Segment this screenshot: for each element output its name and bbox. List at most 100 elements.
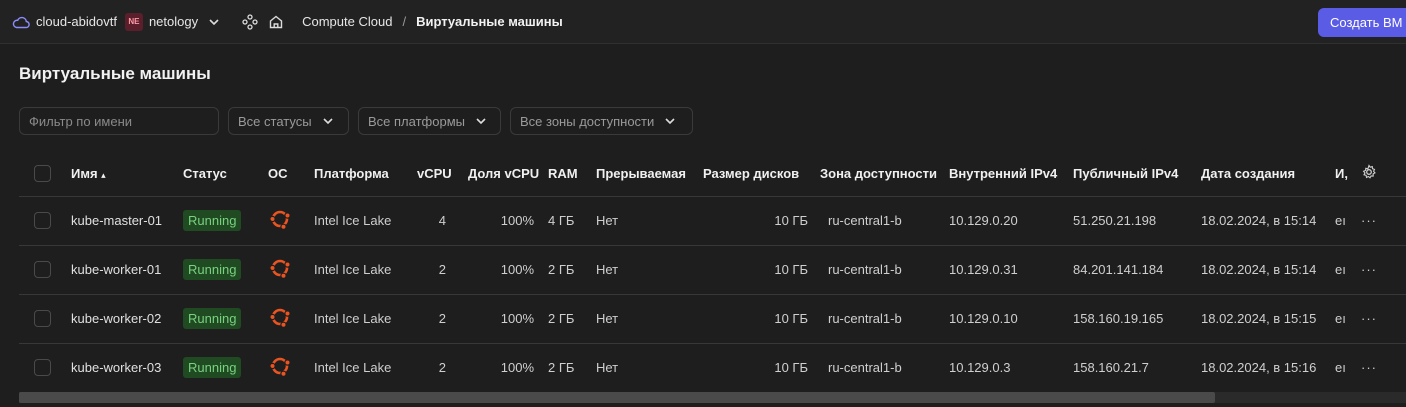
table-settings-button[interactable]	[1361, 151, 1406, 197]
column-vcpu-share[interactable]: Доля vCPU	[468, 151, 548, 197]
platform-cell: Intel Ice Lake	[314, 343, 417, 393]
public-ip-cell: 158.160.19.165	[1073, 294, 1201, 344]
chevron-down-icon	[322, 117, 334, 125]
home-icon[interactable]	[268, 14, 284, 30]
ubuntu-icon	[268, 210, 292, 234]
vm-name-link[interactable]: kube-worker-01	[71, 245, 183, 295]
id-cell: eı	[1335, 343, 1361, 393]
platform-filter-label: Все платформы	[368, 113, 465, 129]
public-ip-cell: 158.160.21.7	[1073, 343, 1201, 393]
disk-size-cell: 10 ГБ	[703, 245, 808, 295]
platform-cell: Intel Ice Lake	[314, 196, 417, 246]
disk-size-cell: 10 ГБ	[703, 196, 808, 246]
vcpu-cell: 2	[417, 294, 468, 344]
breadcrumb-service[interactable]: Compute Cloud	[302, 14, 392, 29]
internal-ip-cell: 10.129.0.20	[949, 196, 1073, 246]
column-name[interactable]: Имя ▴	[71, 151, 183, 197]
status-filter-select[interactable]: Все статусы	[228, 107, 349, 135]
preemptible-cell: Нет	[596, 245, 703, 295]
vm-name-link[interactable]: kube-worker-03	[71, 343, 183, 393]
preemptible-cell: Нет	[596, 343, 703, 393]
row-menu-button[interactable]: ···	[1361, 262, 1377, 277]
column-preemptible[interactable]: Прерываемая	[596, 151, 703, 197]
column-public-ip[interactable]: Публичный IPv4	[1073, 151, 1201, 197]
preemptible-cell: Нет	[596, 294, 703, 344]
vm-name-link[interactable]: kube-worker-02	[71, 294, 183, 344]
status-badge: Running	[183, 308, 242, 329]
internal-ip-cell: 10.129.0.31	[949, 245, 1073, 295]
ram-cell: 2 ГБ	[548, 245, 596, 295]
table-row[interactable]: kube-worker-02 Running Intel Ice Lake 2 100%…	[19, 294, 1406, 344]
vm-name-link[interactable]: kube-master-01	[71, 196, 183, 246]
gear-icon	[1362, 164, 1376, 179]
column-created[interactable]: Дата создания	[1201, 151, 1335, 197]
internal-ip-cell: 10.129.0.3	[949, 343, 1073, 393]
created-cell: 18.02.2024, в 15:16	[1201, 343, 1335, 393]
public-ip-cell: 51.250.21.198	[1073, 196, 1201, 246]
platform-cell: Intel Ice Lake	[314, 245, 417, 295]
zone-cell: ru-central1-b	[808, 196, 949, 246]
platform-filter-select[interactable]: Все платформы	[358, 107, 501, 135]
id-cell: eı	[1335, 245, 1361, 295]
vcpu-share-cell: 100%	[468, 196, 548, 246]
column-id[interactable]: И,	[1335, 151, 1361, 197]
chevron-down-icon	[475, 117, 487, 125]
zone-cell: ru-central1-b	[808, 343, 949, 393]
zone-cell: ru-central1-b	[808, 245, 949, 295]
sort-asc-icon: ▴	[101, 169, 106, 180]
row-checkbox[interactable]	[34, 310, 51, 328]
top-bar: cloud-abidovtf NE netology Compute Cloud…	[0, 0, 1406, 44]
breadcrumb-current: Виртуальные машины	[416, 14, 563, 29]
ubuntu-icon	[268, 357, 292, 381]
id-cell: eı	[1335, 294, 1361, 344]
zone-filter-label: Все зоны доступности	[520, 113, 655, 129]
row-checkbox[interactable]	[34, 212, 51, 230]
page-title: Виртуальные машины	[19, 64, 211, 83]
column-status[interactable]: Статус	[183, 151, 268, 197]
table-row[interactable]: kube-worker-03 Running Intel Ice Lake 2 100%…	[19, 343, 1406, 393]
chevron-down-icon[interactable]	[208, 18, 220, 26]
disk-size-cell: 10 ГБ	[703, 294, 808, 344]
zone-cell: ru-central1-b	[808, 294, 949, 344]
status-badge: Running	[183, 259, 242, 280]
horizontal-scrollbar[interactable]	[19, 392, 1406, 403]
row-menu-button[interactable]: ···	[1361, 311, 1377, 326]
public-ip-cell: 84.201.141.184	[1073, 245, 1201, 295]
cloud-selector[interactable]: cloud-abidovtf	[36, 14, 117, 29]
table-row[interactable]: kube-worker-01 Running Intel Ice Lake 2 100%…	[19, 245, 1406, 295]
disk-size-cell: 10 ГБ	[703, 343, 808, 393]
table-row[interactable]: kube-master-01 Running Intel Ice Lake 4 100%…	[19, 196, 1406, 246]
vm-table: Имя ▴ Статус ОС Платформа vCPU Доля vCPU…	[19, 151, 1406, 393]
row-menu-button[interactable]: ···	[1361, 213, 1377, 228]
created-cell: 18.02.2024, в 15:15	[1201, 294, 1335, 344]
column-internal-ip[interactable]: Внутренний IPv4	[949, 151, 1073, 197]
id-cell: eı	[1335, 196, 1361, 246]
services-icon[interactable]	[242, 13, 258, 30]
vcpu-cell: 4	[417, 196, 468, 246]
column-zone[interactable]: Зона доступности	[808, 151, 949, 197]
created-cell: 18.02.2024, в 15:14	[1201, 245, 1335, 295]
platform-cell: Intel Ice Lake	[314, 294, 417, 344]
ram-cell: 2 ГБ	[548, 343, 596, 393]
create-vm-button[interactable]: Создать ВМ	[1318, 8, 1406, 37]
filter-bar: Все статусы Все платформы Все зоны досту…	[19, 107, 693, 135]
column-os[interactable]: ОС	[268, 151, 314, 197]
org-selector[interactable]: netology	[149, 14, 198, 29]
org-badge: NE	[124, 12, 143, 31]
row-checkbox[interactable]	[34, 359, 51, 377]
status-filter-label: Все статусы	[238, 113, 312, 129]
vcpu-share-cell: 100%	[468, 343, 548, 393]
select-all-checkbox[interactable]	[34, 164, 51, 182]
row-checkbox[interactable]	[34, 261, 51, 279]
vcpu-cell: 2	[417, 245, 468, 295]
name-filter-input[interactable]	[19, 107, 219, 135]
column-ram[interactable]: RAM	[548, 151, 596, 197]
zone-filter-select[interactable]: Все зоны доступности	[510, 107, 693, 135]
created-cell: 18.02.2024, в 15:14	[1201, 196, 1335, 246]
column-disk-size[interactable]: Размер дисков	[703, 151, 808, 197]
row-menu-button[interactable]: ···	[1361, 360, 1377, 375]
column-vcpu[interactable]: vCPU	[417, 151, 468, 197]
scrollbar-thumb[interactable]	[19, 392, 1215, 403]
column-platform[interactable]: Платформа	[314, 151, 417, 197]
preemptible-cell: Нет	[596, 196, 703, 246]
